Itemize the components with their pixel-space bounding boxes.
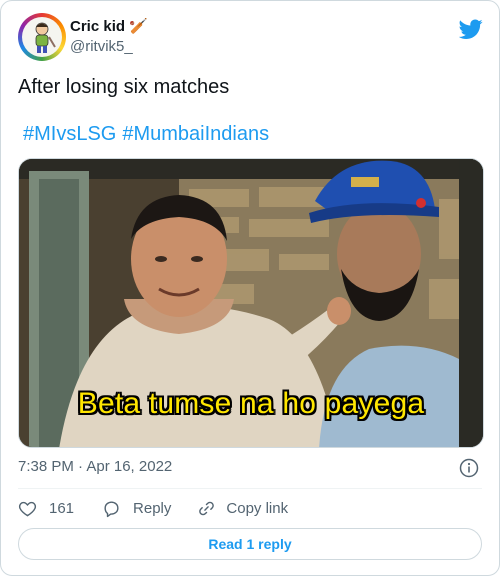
tweet-media-image[interactable]: Beta tumse na ho payega xyxy=(18,158,484,448)
hashtag-mumbaiindians[interactable]: #MumbaiIndians xyxy=(122,123,269,145)
hashtag-mivslsg[interactable]: #MIvsLSG xyxy=(23,123,116,145)
reply-button[interactable]: Reply xyxy=(102,499,171,518)
info-icon[interactable] xyxy=(459,458,479,478)
meme-caption: Beta tumse na ho payega xyxy=(77,387,425,420)
tweet-timestamp[interactable]: 7:38 PM · Apr 16, 2022 xyxy=(18,457,172,477)
avatar[interactable] xyxy=(18,13,66,61)
action-bar: 161 Reply Copy link xyxy=(18,498,288,518)
twitter-bird-icon[interactable] xyxy=(459,17,483,41)
cartoon-kid-avatar-icon xyxy=(22,17,62,57)
copy-link-label: Copy link xyxy=(226,499,289,517)
tweet-card: Cric kid 🏏 @ritvik5_ After losing six ma… xyxy=(0,0,500,576)
author-block[interactable]: Cric kid 🏏 @ritvik5_ xyxy=(70,17,148,57)
like-count: 161 xyxy=(49,499,75,517)
divider xyxy=(18,488,482,489)
copy-link-button[interactable]: Copy link xyxy=(197,499,288,518)
tweet-header: Cric kid 🏏 @ritvik5_ xyxy=(18,13,485,65)
link-icon xyxy=(199,501,215,515)
heart-icon xyxy=(18,501,37,516)
tweet-text: After losing six matches xyxy=(18,76,230,98)
like-button[interactable]: 161 xyxy=(18,499,74,518)
reply-label: Reply xyxy=(133,499,172,517)
reply-bubble-icon xyxy=(104,500,119,517)
read-replies-button[interactable]: Read 1 reply xyxy=(18,528,482,560)
author-display-name[interactable]: Cric kid 🏏 xyxy=(70,17,148,37)
author-handle[interactable]: @ritvik5_ xyxy=(70,37,148,57)
hashtag-line: #MIvsLSG #MumbaiIndians xyxy=(23,122,275,146)
